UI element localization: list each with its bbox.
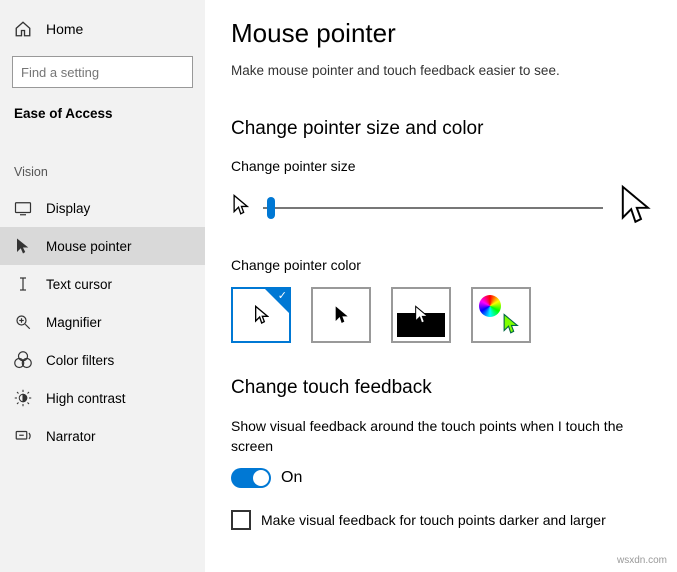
sidebar-item-label: Narrator xyxy=(46,429,96,444)
pointer-color-black[interactable] xyxy=(311,287,371,343)
pointer-color-custom[interactable] xyxy=(471,287,531,343)
pointer-size-slider[interactable] xyxy=(263,198,603,218)
page-title: Mouse pointer xyxy=(231,18,651,49)
slider-track xyxy=(263,207,603,209)
toggle-state-label: On xyxy=(281,469,302,487)
color-wheel-icon xyxy=(479,295,501,317)
sidebar-item-label: Mouse pointer xyxy=(46,239,132,254)
sidebar: Home Ease of Access Vision Display Mouse… xyxy=(0,0,205,572)
toggle-knob xyxy=(253,470,269,486)
sidebar-item-magnifier[interactable]: Magnifier xyxy=(0,303,205,341)
group-vision: Vision xyxy=(0,131,205,189)
section-size-heading: Change pointer size and color xyxy=(231,118,651,140)
sidebar-item-color-filters[interactable]: Color filters xyxy=(0,341,205,379)
darker-larger-label: Make visual feedback for touch points da… xyxy=(261,512,606,528)
text-cursor-icon xyxy=(14,275,32,293)
sidebar-item-label: Color filters xyxy=(46,353,114,368)
sidebar-item-narrator[interactable]: Narrator xyxy=(0,417,205,455)
display-icon xyxy=(14,199,32,217)
pointer-size-slider-row xyxy=(231,184,651,231)
cursor-large-icon xyxy=(617,184,651,231)
home-icon xyxy=(14,20,32,38)
cursor-icon xyxy=(333,305,349,325)
sidebar-item-text-cursor[interactable]: Text cursor xyxy=(0,265,205,303)
darker-larger-checkbox[interactable] xyxy=(231,510,251,530)
main-content: Mouse pointer Make mouse pointer and tou… xyxy=(205,0,677,572)
sidebar-item-label: Magnifier xyxy=(46,315,102,330)
high-contrast-icon xyxy=(14,389,32,407)
sidebar-item-label: High contrast xyxy=(46,391,126,406)
touch-feedback-toggle-row: On xyxy=(231,468,651,488)
intro-text: Make mouse pointer and touch feedback ea… xyxy=(231,63,651,78)
search-input[interactable] xyxy=(21,65,197,80)
narrator-icon xyxy=(14,427,32,445)
pointer-color-row xyxy=(231,287,651,343)
color-label: Change pointer color xyxy=(231,257,651,273)
sidebar-item-high-contrast[interactable]: High contrast xyxy=(0,379,205,417)
touch-feedback-toggle[interactable] xyxy=(231,468,271,488)
color-filters-icon xyxy=(14,351,32,369)
mouse-pointer-icon xyxy=(14,237,32,255)
sidebar-item-mouse-pointer[interactable]: Mouse pointer xyxy=(0,227,205,265)
sidebar-item-label: Text cursor xyxy=(46,277,112,292)
slider-thumb[interactable] xyxy=(267,197,275,219)
watermark: wsxdn.com xyxy=(617,555,667,566)
search-box[interactable] xyxy=(12,56,193,88)
home-label: Home xyxy=(46,21,83,37)
sidebar-item-display[interactable]: Display xyxy=(0,189,205,227)
magnifier-icon xyxy=(14,313,32,331)
darker-larger-row: Make visual feedback for touch points da… xyxy=(231,510,651,530)
cursor-icon xyxy=(413,305,429,325)
cursor-small-icon xyxy=(231,194,249,221)
selected-check-icon xyxy=(265,289,289,313)
home-button[interactable]: Home xyxy=(0,12,205,46)
pointer-color-white[interactable] xyxy=(231,287,291,343)
cursor-icon xyxy=(501,313,519,335)
section-touch-heading: Change touch feedback xyxy=(231,377,651,399)
sidebar-item-label: Display xyxy=(46,201,90,216)
category-heading: Ease of Access xyxy=(0,100,205,131)
touch-description: Show visual feedback around the touch po… xyxy=(231,417,651,456)
pointer-color-inverted[interactable] xyxy=(391,287,451,343)
size-label: Change pointer size xyxy=(231,158,651,174)
